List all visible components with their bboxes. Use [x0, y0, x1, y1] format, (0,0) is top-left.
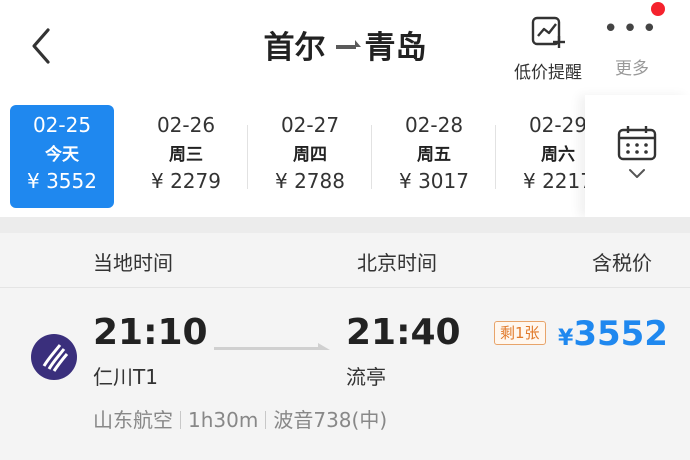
- more-dots-icon: •••: [602, 14, 661, 44]
- arrival-time: 21:40: [346, 312, 461, 353]
- local-time-header: 当地时间: [93, 251, 173, 275]
- calendar-button[interactable]: [585, 95, 690, 217]
- chevron-down-icon: [629, 169, 645, 178]
- flight-price: ¥3552: [558, 314, 668, 354]
- date-label: 02-27: [280, 113, 340, 137]
- aircraft-type: 波音738(中): [273, 408, 388, 432]
- more-label: 更多: [615, 59, 649, 79]
- date-divider: [247, 125, 248, 189]
- date-price: ¥ 2788: [275, 169, 345, 193]
- date-price: ¥ 3017: [399, 169, 469, 193]
- calendar-icon: [617, 126, 657, 161]
- date-tab-0225[interactable]: 02-25 今天 ¥ 3552: [10, 105, 114, 208]
- airline-name: 山东航空: [93, 408, 173, 432]
- more-button[interactable]: ••• 更多: [600, 14, 664, 79]
- flight-duration: 1h30m: [188, 408, 259, 432]
- section-gap: [0, 217, 690, 233]
- arrival-airport: 流亭: [346, 365, 386, 389]
- date-tab-0226[interactable]: 02-26 周三 ¥ 2279: [134, 105, 238, 208]
- seats-remaining-badge: 剩1张: [494, 321, 546, 345]
- date-price: ¥ 3552: [27, 169, 97, 193]
- price-alert-chart-icon: [531, 16, 565, 48]
- back-arrow-icon: [32, 28, 50, 64]
- date-tab-0228[interactable]: 02-28 周五 ¥ 3017: [382, 105, 486, 208]
- shandong-airlines-logo-icon: [31, 334, 77, 380]
- currency-symbol: ¥: [558, 326, 574, 351]
- weekday-label: 周三: [169, 145, 203, 165]
- top-header: 首尔 青岛 低价提醒 ••• 更多: [0, 0, 690, 95]
- price-value: 3552: [573, 314, 668, 354]
- date-selector-strip: 02-25 今天 ¥ 3552 02-26 周三 ¥ 2279 02-27 周四…: [0, 95, 690, 217]
- departure-airport: 仁川T1: [93, 365, 158, 389]
- date-label: 02-25: [32, 113, 92, 137]
- price-alert-button[interactable]: 低价提醒: [508, 14, 588, 83]
- column-header-bar: 当地时间 北京时间 含税价: [0, 233, 690, 287]
- weekday-label: 今天: [45, 145, 79, 165]
- date-divider: [495, 125, 496, 189]
- beijing-time-header: 北京时间: [357, 251, 437, 275]
- date-price: ¥ 2279: [151, 169, 221, 193]
- origin-city: 首尔: [263, 30, 326, 66]
- weekday-label: 周四: [293, 145, 327, 165]
- destination-city: 青岛: [364, 30, 427, 66]
- date-tab-0227[interactable]: 02-27 周四 ¥ 2788: [258, 105, 362, 208]
- flight-meta: 山东航空 1h30m 波音738(中): [93, 404, 387, 433]
- departure-time: 21:10: [93, 312, 208, 353]
- weekday-label: 周五: [417, 145, 451, 165]
- meta-separator: [265, 410, 267, 429]
- date-label: 02-26: [156, 113, 216, 137]
- date-label: 02-28: [404, 113, 464, 137]
- flight-card[interactable]: 21:10 仁川T1 21:40 流亭 剩1张 ¥3552 山东航空 1h30m 波…: [0, 288, 690, 460]
- flight-direction-arrow-icon: [214, 343, 330, 350]
- price-alert-label: 低价提醒: [514, 63, 582, 83]
- back-button[interactable]: [22, 22, 62, 70]
- meta-separator: [180, 410, 181, 429]
- notification-dot: [651, 2, 665, 16]
- route-arrow-icon: [335, 39, 361, 49]
- date-divider: [371, 125, 372, 189]
- price-incl-tax-header: 含税价: [592, 251, 652, 275]
